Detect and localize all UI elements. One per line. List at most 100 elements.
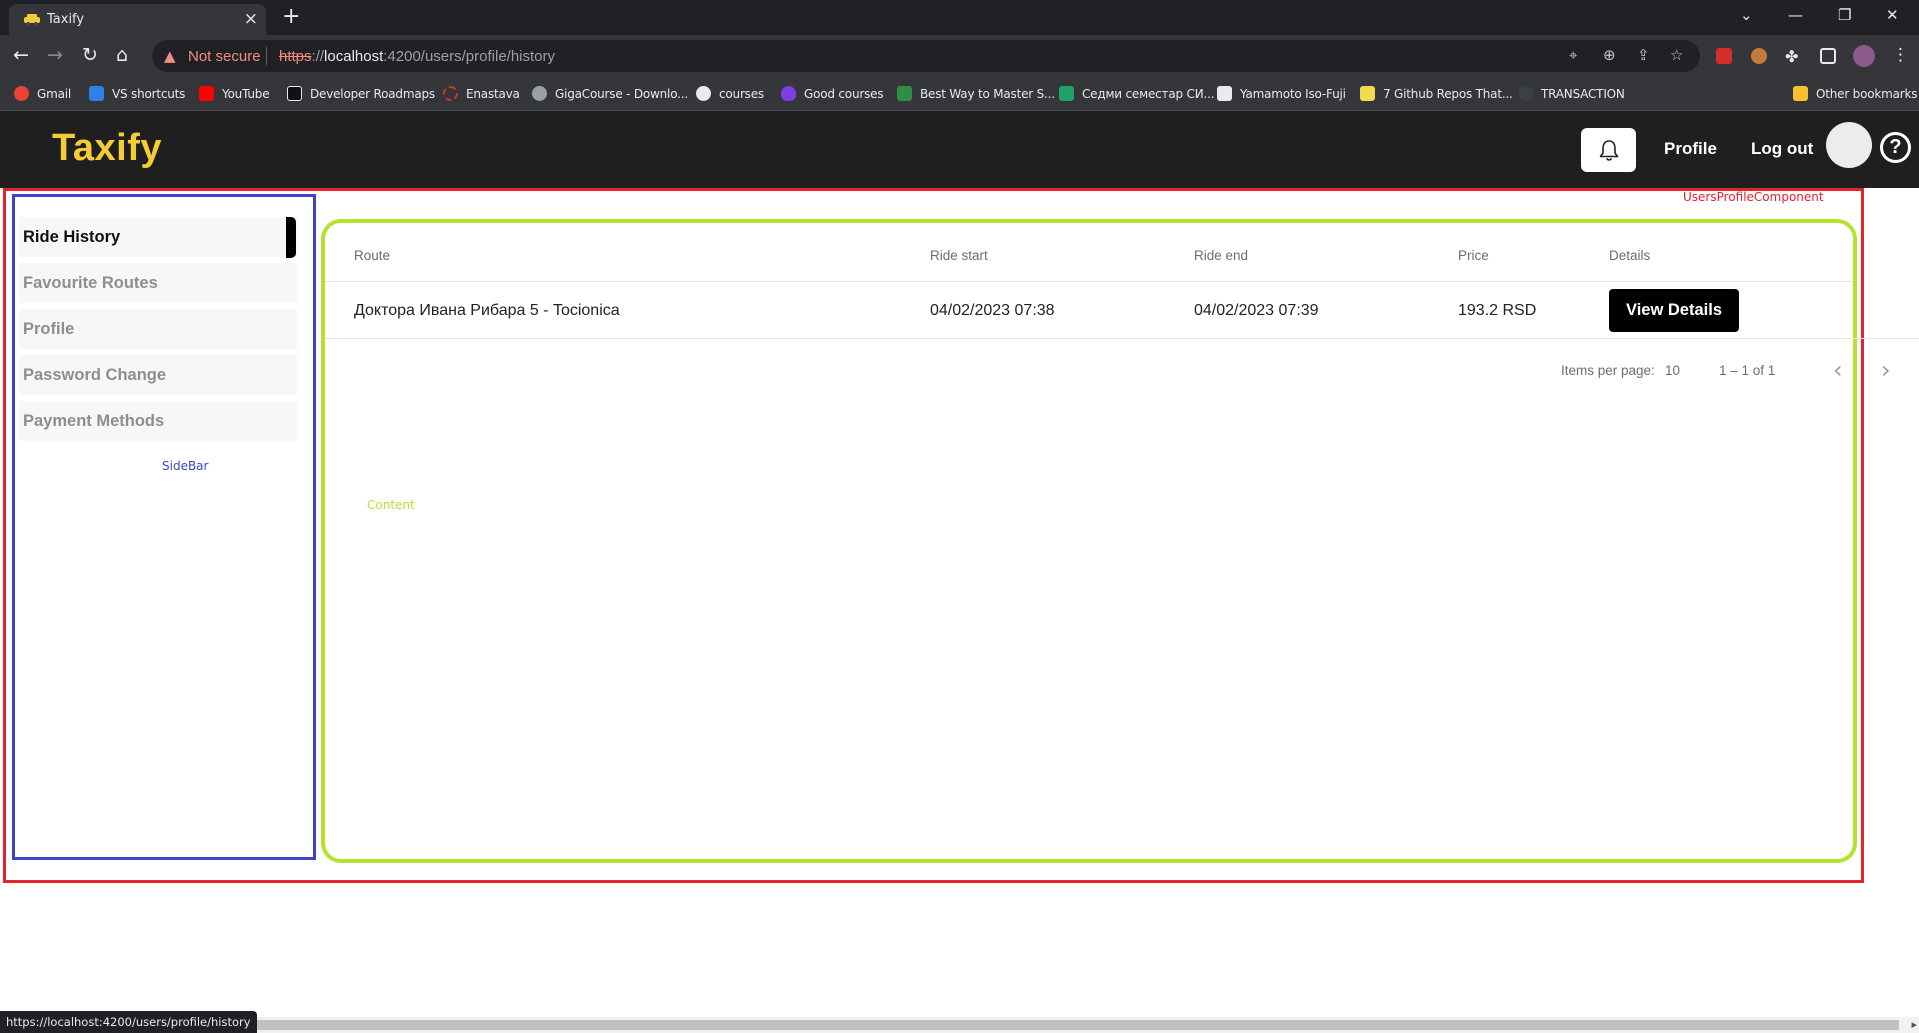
back-icon[interactable]: ←	[13, 45, 29, 65]
url-host: localhost	[324, 48, 384, 65]
vscode-icon	[89, 86, 104, 101]
ride-history-table-header: Route Ride start Ride end Price Details	[325, 223, 1853, 282]
avatar[interactable]	[1826, 122, 1872, 168]
sheets-icon	[1059, 86, 1074, 101]
bookmark-star-icon[interactable]: ☆	[1670, 46, 1683, 64]
profile-link[interactable]: Profile	[1664, 139, 1717, 159]
new-tab-button[interactable]: +	[282, 5, 300, 29]
sidebar-item-label: Profile	[23, 320, 75, 338]
sidebar-item-label: Ride History	[23, 228, 121, 246]
previous-page-icon[interactable]: ‹	[1833, 356, 1843, 384]
help-icon[interactable]: ?	[1880, 132, 1911, 163]
globe-icon	[1518, 86, 1533, 101]
logout-link[interactable]: Log out	[1751, 139, 1813, 159]
column-header-ride-start: Ride start	[930, 248, 988, 263]
items-per-page-select[interactable]: 10	[1665, 363, 1680, 378]
github-icon	[696, 86, 711, 101]
bookmark-github-repos[interactable]: 7 Github Repos That...	[1360, 86, 1513, 102]
home-icon[interactable]: ⌂	[116, 45, 128, 65]
share-icon[interactable]: ⇪	[1637, 46, 1650, 64]
bookmark-gmail[interactable]: Gmail	[14, 86, 71, 102]
security-status[interactable]: Not secure	[188, 48, 261, 65]
minimize-icon[interactable]: —	[1788, 6, 1803, 24]
sidebar-item-profile[interactable]: Profile	[19, 309, 297, 349]
address-bar[interactable]: ▲ Not secure https://localhost:4200/user…	[152, 40, 1700, 72]
view-details-button[interactable]: View Details	[1609, 289, 1739, 332]
users-profile-debug-label: UsersProfileComponent	[1683, 190, 1824, 204]
sidebar-item-payment-methods[interactable]: Payment Methods	[19, 401, 297, 441]
browser-tab[interactable]: Taxify ×	[9, 4, 266, 35]
bookmark-enastava[interactable]: Enastava	[443, 86, 520, 102]
extension-cookie-icon[interactable]	[1751, 48, 1767, 64]
reload-icon[interactable]: ↻	[82, 45, 98, 65]
app-header: Taxify Profile Log out ?	[0, 111, 1919, 188]
omnibox-divider	[266, 47, 267, 65]
side-panel-icon[interactable]	[1820, 48, 1836, 64]
google-icon	[14, 86, 29, 101]
bookmark-sedmi-semestar[interactable]: Седми семестар СИ...	[1059, 86, 1215, 102]
extension-red-icon[interactable]	[1716, 48, 1732, 64]
bookmark-label: GigaCourse - Downlo...	[555, 87, 688, 101]
close-window-icon[interactable]: ✕	[1886, 6, 1899, 24]
bookmarks-bar: Gmail VS shortcuts YouTube Developer Roa…	[0, 77, 1919, 111]
geeksforgeeks-icon	[897, 86, 912, 101]
extensions-puzzle-icon[interactable]: ✤	[1785, 47, 1798, 67]
items-per-page-label: Items per page:	[1561, 363, 1655, 378]
zoom-icon[interactable]: ⊕	[1603, 46, 1616, 64]
bookmark-vs-shortcuts[interactable]: VS shortcuts	[89, 86, 185, 102]
sidebar-item-ride-history[interactable]: Ride History	[19, 217, 297, 257]
column-header-price: Price	[1458, 248, 1489, 263]
paginator: Items per page: 10 1 – 1 of 1 ‹ ›	[325, 352, 1919, 392]
bookmark-label: 7 Github Repos That...	[1383, 87, 1513, 101]
url-path: :4200/users/profile/history	[383, 48, 556, 65]
tab-close-icon[interactable]: ×	[244, 9, 258, 29]
horizontal-scrollbar[interactable]: ▸	[237, 1017, 1919, 1033]
yamamoto-icon	[1217, 86, 1232, 101]
bookmark-label: VS shortcuts	[112, 87, 186, 101]
restore-icon[interactable]: ❐	[1838, 6, 1851, 24]
url-text[interactable]: https://localhost:4200/users/profile/his…	[279, 48, 555, 65]
bookmark-label: Enastava	[466, 87, 520, 101]
scrollbar-thumb[interactable]	[237, 1020, 1899, 1030]
scroll-right-icon[interactable]: ▸	[1911, 1018, 1917, 1031]
bookmark-good-courses[interactable]: Good courses	[781, 86, 884, 102]
bookmark-label: courses	[719, 87, 764, 101]
forward-icon[interactable]: →	[47, 45, 63, 65]
tab-search-icon[interactable]: ⌄	[1740, 6, 1753, 24]
notifications-button[interactable]	[1581, 128, 1636, 172]
app-logo[interactable]: Taxify	[52, 127, 162, 170]
bookmark-label: Седми семестар СИ...	[1082, 87, 1215, 101]
browser-menu-icon[interactable]: ⋮	[1892, 45, 1909, 65]
bookmark-label: TRANSACTION	[1541, 87, 1625, 101]
bookmark-developer-roadmaps[interactable]: Developer Roadmaps	[287, 86, 435, 102]
roadmap-icon	[287, 86, 302, 101]
sidebar-item-label: Favourite Routes	[23, 274, 158, 292]
location-icon[interactable]: ⌖	[1569, 46, 1577, 64]
cell-ride-start: 04/02/2023 07:38	[930, 302, 1055, 319]
bookmark-youtube[interactable]: YouTube	[199, 86, 270, 102]
bookmark-label: Other bookmarks	[1816, 87, 1918, 101]
content-debug-label: Content	[367, 498, 415, 512]
cell-ride-end: 04/02/2023 07:39	[1194, 302, 1319, 319]
enastava-icon	[443, 86, 458, 101]
bookmark-yamamoto[interactable]: Yamamoto Iso-Fuji	[1217, 86, 1346, 102]
cell-route: Доктора Ивана Рибара 5 - Tocionica	[354, 302, 620, 319]
warning-icon[interactable]: ▲	[164, 47, 176, 65]
column-header-ride-end: Ride end	[1194, 248, 1249, 263]
profile-avatar-icon[interactable]	[1853, 45, 1875, 67]
bookmark-label: YouTube	[222, 87, 270, 101]
bookmark-label: Good courses	[804, 87, 884, 101]
sidebar-item-favourite-routes[interactable]: Favourite Routes	[19, 263, 297, 303]
shield-icon	[781, 86, 796, 101]
bookmark-courses[interactable]: courses	[696, 86, 764, 102]
next-page-icon[interactable]: ›	[1881, 356, 1891, 384]
gigacourse-icon	[532, 86, 547, 101]
bookmark-best-way[interactable]: Best Way to Master S...	[897, 86, 1055, 102]
bookmark-other[interactable]: Other bookmarks	[1793, 86, 1918, 102]
bookmark-transaction[interactable]: TRANSACTION	[1518, 86, 1625, 102]
sidebar-item-password-change[interactable]: Password Change	[19, 355, 297, 395]
bookmark-gigacourse[interactable]: GigaCourse - Downlo...	[532, 86, 688, 102]
url-separator: ://	[311, 48, 325, 65]
column-header-details: Details	[1609, 248, 1651, 263]
table-row: Доктора Ивана Рибара 5 - Tocionica 04/02…	[325, 282, 1919, 339]
